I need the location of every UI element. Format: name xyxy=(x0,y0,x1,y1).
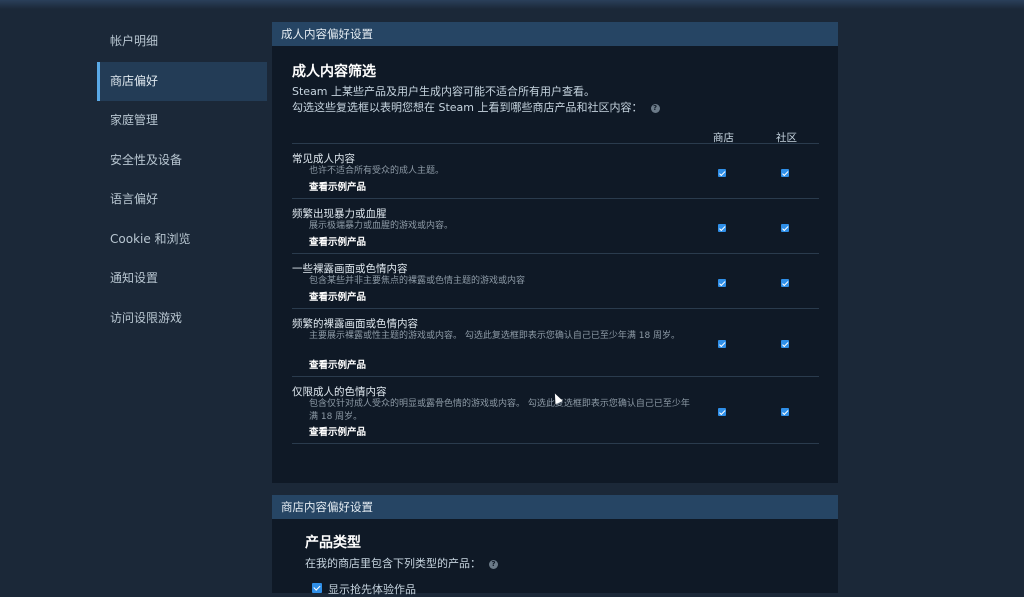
community-checkbox[interactable] xyxy=(781,169,789,177)
panel-header: 商店内容偏好设置 xyxy=(272,495,838,519)
row-title: 频繁的裸露画面或色情内容 xyxy=(292,318,418,330)
sidebar-item-family-management[interactable]: 家庭管理 xyxy=(97,101,267,141)
sidebar-item-store-preferences[interactable]: 商店偏好 xyxy=(97,61,267,101)
view-examples-link[interactable]: 查看示例产品 xyxy=(309,234,366,248)
view-examples-link[interactable]: 查看示例产品 xyxy=(309,357,366,371)
row-description: 主要展示裸露或性主题的游戏或内容。 勾选此复选框即表示您确认自己已至少年满 18… xyxy=(309,331,681,341)
settings-sidebar: 帐户明细 商店偏好 家庭管理 安全性及设备 语言偏好 Cookie 和浏览 通知… xyxy=(97,22,267,338)
sidebar-item-language[interactable]: 语言偏好 xyxy=(97,180,267,220)
store-checkbox[interactable] xyxy=(718,224,726,232)
filter-row: 频繁的裸露画面或色情内容 主要展示裸露或性主题的游戏或内容。 勾选此复选框即表示… xyxy=(292,308,819,376)
filter-row: 频繁出现暴力或血腥 展示极端暴力或血腥的游戏或内容。 查看示例产品 xyxy=(292,198,819,253)
description-line-1: Steam 上某些产品及用户生成内容可能不适合所有用户查看。 xyxy=(292,85,596,98)
row-description: 展示极端暴力或血腥的游戏或内容。 xyxy=(309,221,454,231)
row-title: 频繁出现暴力或血腥 xyxy=(292,208,387,220)
store-checkbox[interactable] xyxy=(718,408,726,416)
row-description: 包含某些并非主要焦点的裸露或色情主题的游戏或内容 xyxy=(309,276,526,286)
store-content-panel: 商店内容偏好设置 产品类型 在我的商店里包含下列类型的产品：? 显示抢先体验作品 xyxy=(272,495,838,596)
product-type-description: 在我的商店里包含下列类型的产品：? xyxy=(305,555,498,571)
view-examples-link[interactable]: 查看示例产品 xyxy=(309,179,366,193)
community-checkbox[interactable] xyxy=(781,408,789,416)
section-title: 成人内容筛选 xyxy=(292,64,376,80)
help-icon[interactable]: ? xyxy=(650,104,660,113)
sidebar-item-cookies[interactable]: Cookie 和浏览 xyxy=(97,220,267,260)
filter-row: 仅限成人的色情内容 包含仅针对成人受众的明显或露骨色情的游戏或内容。 勾选此复选… xyxy=(292,376,819,444)
top-bar xyxy=(0,0,1024,9)
community-checkbox[interactable] xyxy=(781,224,789,232)
store-checkbox[interactable] xyxy=(718,169,726,177)
community-checkbox[interactable] xyxy=(781,279,789,287)
row-title: 常见成人内容 xyxy=(292,153,355,165)
sidebar-item-account-details[interactable]: 帐户明细 xyxy=(97,22,267,62)
sidebar-item-security-devices[interactable]: 安全性及设备 xyxy=(97,141,267,181)
row-title: 一些裸露画面或色情内容 xyxy=(292,263,408,275)
row-description: 也许不适合所有受众的成人主题。 xyxy=(309,166,445,176)
store-checkbox[interactable] xyxy=(718,279,726,287)
early-access-label[interactable]: 显示抢先体验作品 xyxy=(328,581,416,597)
early-access-checkbox[interactable] xyxy=(312,583,322,593)
filter-row: 一些裸露画面或色情内容 包含某些并非主要焦点的裸露或色情主题的游戏或内容 查看示… xyxy=(292,253,819,308)
row-title: 仅限成人的色情内容 xyxy=(292,386,387,398)
view-examples-link[interactable]: 查看示例产品 xyxy=(309,424,366,438)
description-line-2: 勾选这些复选框以表明您想在 Steam 上看到哪些商店产品和社区内容：? xyxy=(292,99,660,115)
help-icon[interactable]: ? xyxy=(489,560,498,569)
section-title: 产品类型 xyxy=(305,535,361,551)
store-checkbox[interactable] xyxy=(718,340,726,348)
view-examples-link[interactable]: 查看示例产品 xyxy=(309,289,366,303)
sidebar-item-restricted-games[interactable]: 访问设限游戏 xyxy=(97,299,267,339)
community-checkbox[interactable] xyxy=(781,340,789,348)
filter-row: 常见成人内容 也许不适合所有受众的成人主题。 查看示例产品 xyxy=(292,143,819,198)
sidebar-item-notifications[interactable]: 通知设置 xyxy=(97,259,267,299)
row-description: 包含仅针对成人受众的明显或露骨色情的游戏或内容。 勾选此复选框即表示您确认自己已… xyxy=(309,399,690,422)
panel-header: 成人内容偏好设置 xyxy=(272,22,838,46)
adult-content-panel: 成人内容偏好设置 成人内容筛选 Steam 上某些产品及用户生成内容可能不适合所… xyxy=(272,22,838,483)
